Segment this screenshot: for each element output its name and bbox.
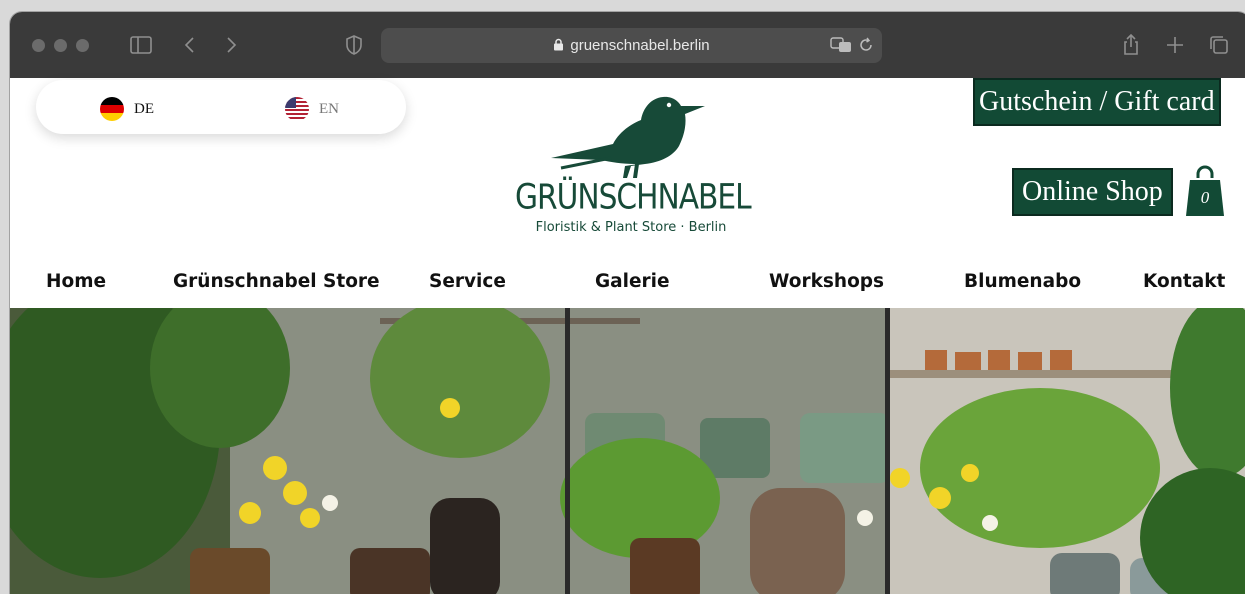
site-logo[interactable]: GRÜNSCHNABEL Floristik & Plant Store · B… <box>515 84 752 235</box>
new-tab-icon[interactable] <box>1162 32 1188 58</box>
minimize-window-button[interactable] <box>54 39 67 52</box>
language-switcher: DE EN <box>36 80 406 134</box>
back-arrow-icon[interactable] <box>176 32 202 58</box>
share-icon[interactable] <box>1118 32 1144 58</box>
language-code: DE <box>134 100 154 117</box>
browser-toolbar: gruenschnabel.berlin <box>10 12 1245 78</box>
web-page: DE EN GRÜNSCHNABEL Floristik & Plant Sto… <box>10 78 1245 594</box>
nav-service[interactable]: Service <box>429 256 506 308</box>
usa-flag-icon <box>285 97 309 121</box>
close-window-button[interactable] <box>32 39 45 52</box>
privacy-shield-icon[interactable] <box>341 32 367 58</box>
germany-flag-icon <box>100 97 124 121</box>
translate-icon[interactable] <box>830 37 852 58</box>
forward-arrow-icon[interactable] <box>219 32 245 58</box>
brand-name: GRÜNSCHNABEL <box>515 176 752 217</box>
window-controls <box>32 39 89 52</box>
nav-workshops[interactable]: Workshops <box>769 256 884 308</box>
lock-icon <box>553 29 564 64</box>
sidebar-icon[interactable] <box>128 32 154 58</box>
url-text: gruenschnabel.berlin <box>570 37 710 54</box>
online-shop-button[interactable]: Online Shop <box>1012 168 1173 216</box>
address-bar[interactable]: gruenschnabel.berlin <box>381 28 882 63</box>
nav-kontakt[interactable]: Kontakt <box>1143 256 1225 308</box>
browser-window: gruenschnabel.berlin DE EN GRÜNSCHNABEL … <box>10 12 1245 594</box>
hero-image <box>10 308 1245 594</box>
url-display: gruenschnabel.berlin <box>381 28 882 63</box>
nav-home[interactable]: Home <box>46 256 106 308</box>
tab-overview-icon[interactable] <box>1206 32 1232 58</box>
plant-store-photo <box>10 308 1245 594</box>
gift-card-button[interactable]: Gutschein / Gift card <box>973 78 1221 126</box>
language-code: EN <box>319 100 339 117</box>
shopping-cart[interactable]: 0 <box>1184 164 1226 218</box>
cart-count: 0 <box>1200 188 1210 207</box>
zoom-window-button[interactable] <box>76 39 89 52</box>
main-navigation: Home Grünschnabel Store Service Galerie … <box>10 256 1245 308</box>
reload-icon[interactable] <box>858 37 874 58</box>
language-option-en[interactable]: EN <box>285 97 339 121</box>
bird-logo-icon <box>551 96 705 178</box>
brand-tagline: Floristik & Plant Store · Berlin <box>535 220 727 235</box>
language-option-de[interactable]: DE <box>100 97 154 121</box>
nav-blumenabo[interactable]: Blumenabo <box>964 256 1081 308</box>
nav-galerie[interactable]: Galerie <box>595 256 670 308</box>
nav-store[interactable]: Grünschnabel Store <box>173 256 380 308</box>
